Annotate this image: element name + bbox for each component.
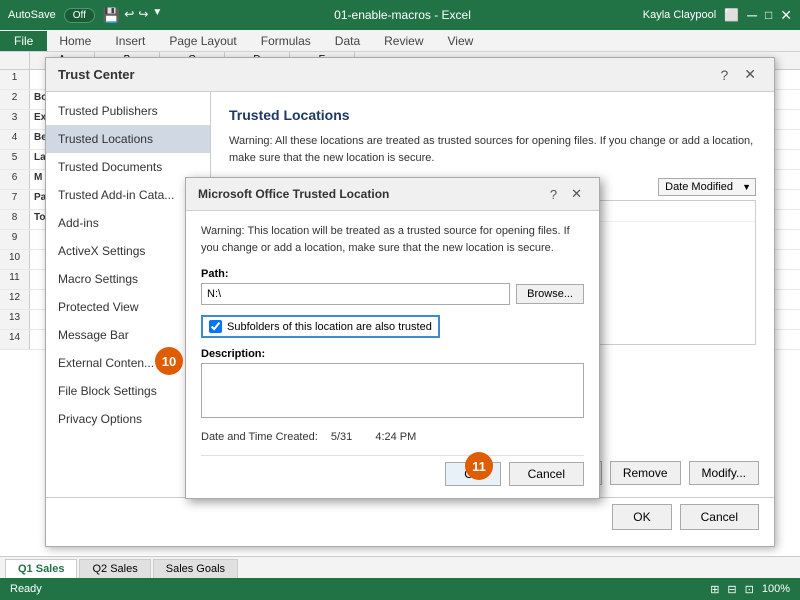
modify-btn[interactable]: Modify...: [689, 461, 759, 485]
user-name: Kayla Claypool: [643, 9, 716, 21]
nav-item-trusted-publishers[interactable]: Trusted Publishers: [46, 97, 210, 125]
step-10-badge: 10: [155, 347, 183, 375]
view-tab[interactable]: View: [436, 31, 486, 51]
sheet-tab-q2sales[interactable]: Q2 Sales: [79, 559, 150, 578]
tc-cancel-btn[interactable]: Cancel: [680, 504, 759, 530]
tc-warning-text: Warning: All these locations are treated…: [229, 133, 756, 166]
formulas-tab[interactable]: Formulas: [249, 31, 323, 51]
close-btn[interactable]: ✕: [780, 7, 792, 24]
trust-center-close-btn[interactable]: ✕: [738, 65, 762, 84]
nav-item-trusted-locations[interactable]: Trusted Locations: [46, 125, 210, 153]
sheet-tab-salesgoals[interactable]: Sales Goals: [153, 559, 238, 578]
motl-close-btn[interactable]: ✕: [566, 185, 587, 203]
sheet-tabs: Q1 Sales Q2 Sales Sales Goals: [0, 556, 800, 578]
sort-btn[interactable]: Date Modified ▼: [658, 178, 756, 196]
motl-title-bar: Microsoft Office Trusted Location ? ✕: [186, 178, 599, 211]
motl-body: Warning: This location will be treated a…: [186, 211, 599, 498]
layout-icon[interactable]: ⊟: [727, 583, 736, 596]
motl-help-btn[interactable]: ?: [545, 186, 562, 203]
minimize-btn[interactable]: ─: [747, 7, 757, 23]
tc-section-title: Trusted Locations: [229, 107, 756, 123]
motl-time-value: 4:24 PM: [375, 431, 416, 443]
autosave-label: AutoSave: [8, 9, 56, 21]
motl-browse-btn[interactable]: Browse...: [516, 284, 584, 304]
trust-center-help-btn[interactable]: ?: [714, 66, 734, 84]
motl-date-label: Date and Time Created:: [201, 431, 318, 443]
zoom-level: 100%: [762, 583, 790, 595]
motl-path-input[interactable]: [201, 283, 510, 305]
customize-icon[interactable]: ▼: [152, 7, 162, 24]
status-bar: Ready ⊞ ⊟ ⊡ 100%: [0, 578, 800, 600]
sheet-tab-q1sales[interactable]: Q1 Sales: [5, 559, 77, 578]
motl-desc-input[interactable]: [201, 363, 584, 418]
ribbon: File Home Insert Page Layout Formulas Da…: [0, 30, 800, 52]
undo-icon[interactable]: ↩: [124, 7, 134, 24]
motl-subfolder-row: Subfolders of this location are also tru…: [201, 315, 584, 338]
ribbon-display-icon[interactable]: ⬜: [724, 8, 739, 22]
motl-subfolder-checkbox[interactable]: [209, 320, 222, 333]
file-tab[interactable]: File: [0, 31, 47, 51]
insert-tab[interactable]: Insert: [103, 31, 157, 51]
save-icon[interactable]: 💾: [103, 7, 120, 24]
app-title: 01-enable-macros - Excel: [162, 8, 642, 22]
motl-subfolder-label: Subfolders of this location are also tru…: [227, 321, 432, 333]
maximize-btn[interactable]: □: [765, 8, 772, 22]
trust-center-title-bar: Trust Center ? ✕: [46, 58, 774, 92]
grid-icon[interactable]: ⊞: [710, 583, 719, 596]
motl-dialog: Microsoft Office Trusted Location ? ✕ Wa…: [185, 177, 600, 499]
motl-cancel-btn[interactable]: Cancel: [509, 462, 584, 486]
tc-ok-btn[interactable]: OK: [612, 504, 671, 530]
motl-date-value: 5/31: [331, 431, 352, 443]
motl-warning-text: Warning: This location will be treated a…: [201, 223, 584, 256]
motl-date-row: Date and Time Created: 5/31 4:24 PM: [201, 431, 584, 443]
trust-center-footer: OK Cancel: [46, 497, 774, 535]
motl-footer-buttons: OK Cancel: [201, 455, 584, 486]
review-tab[interactable]: Review: [372, 31, 435, 51]
autosave-toggle[interactable]: Off: [64, 8, 95, 23]
page-icon[interactable]: ⊡: [745, 583, 754, 596]
redo-icon[interactable]: ↪: [138, 7, 148, 24]
status-text: Ready: [10, 583, 42, 595]
data-tab[interactable]: Data: [323, 31, 372, 51]
motl-title-text: Microsoft Office Trusted Location: [198, 187, 389, 201]
trust-center-title-text: Trust Center: [58, 67, 135, 82]
motl-desc-label: Description:: [201, 348, 584, 360]
home-tab[interactable]: Home: [47, 31, 103, 51]
page-layout-tab[interactable]: Page Layout: [157, 31, 248, 51]
title-bar: AutoSave Off 💾 ↩ ↪ ▼ 01-enable-macros - …: [0, 0, 800, 30]
motl-path-label: Path:: [201, 268, 584, 280]
remove-btn[interactable]: Remove: [610, 461, 681, 485]
step-11-badge: 11: [465, 452, 493, 480]
